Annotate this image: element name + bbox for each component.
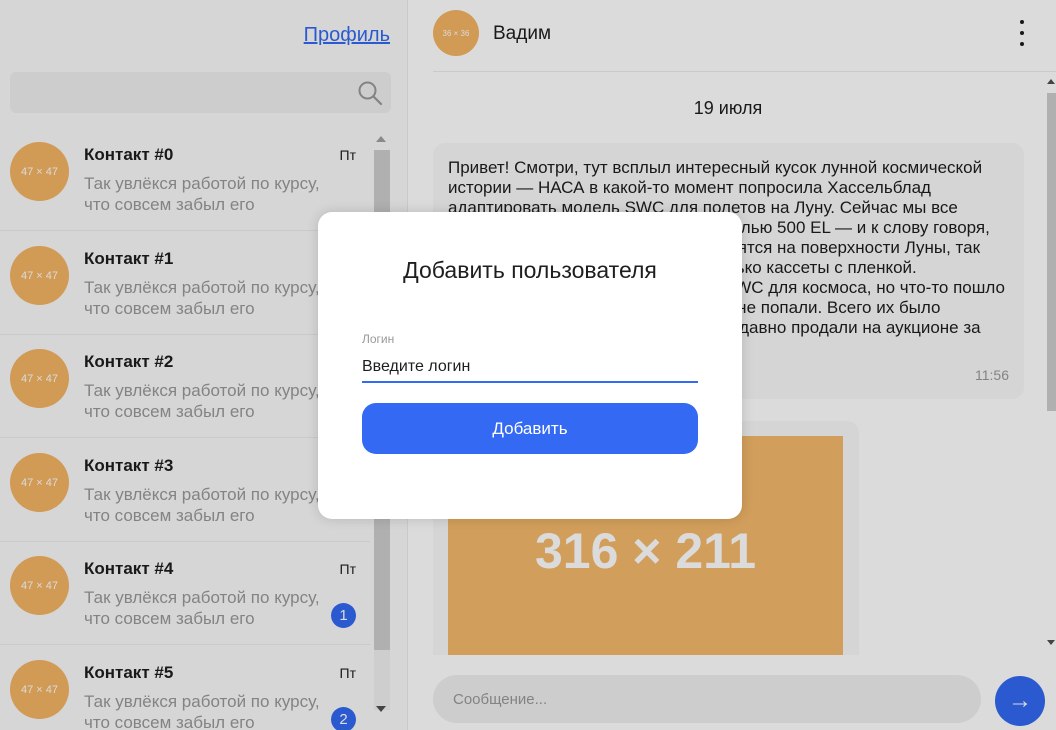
dialog-title: Добавить пользователя [403,257,657,283]
login-field[interactable] [362,352,698,383]
add-user-dialog: Добавить пользователя Логин Добавить [318,212,742,519]
login-label: Логин [362,332,395,346]
add-user-button[interactable]: Добавить [362,403,698,454]
